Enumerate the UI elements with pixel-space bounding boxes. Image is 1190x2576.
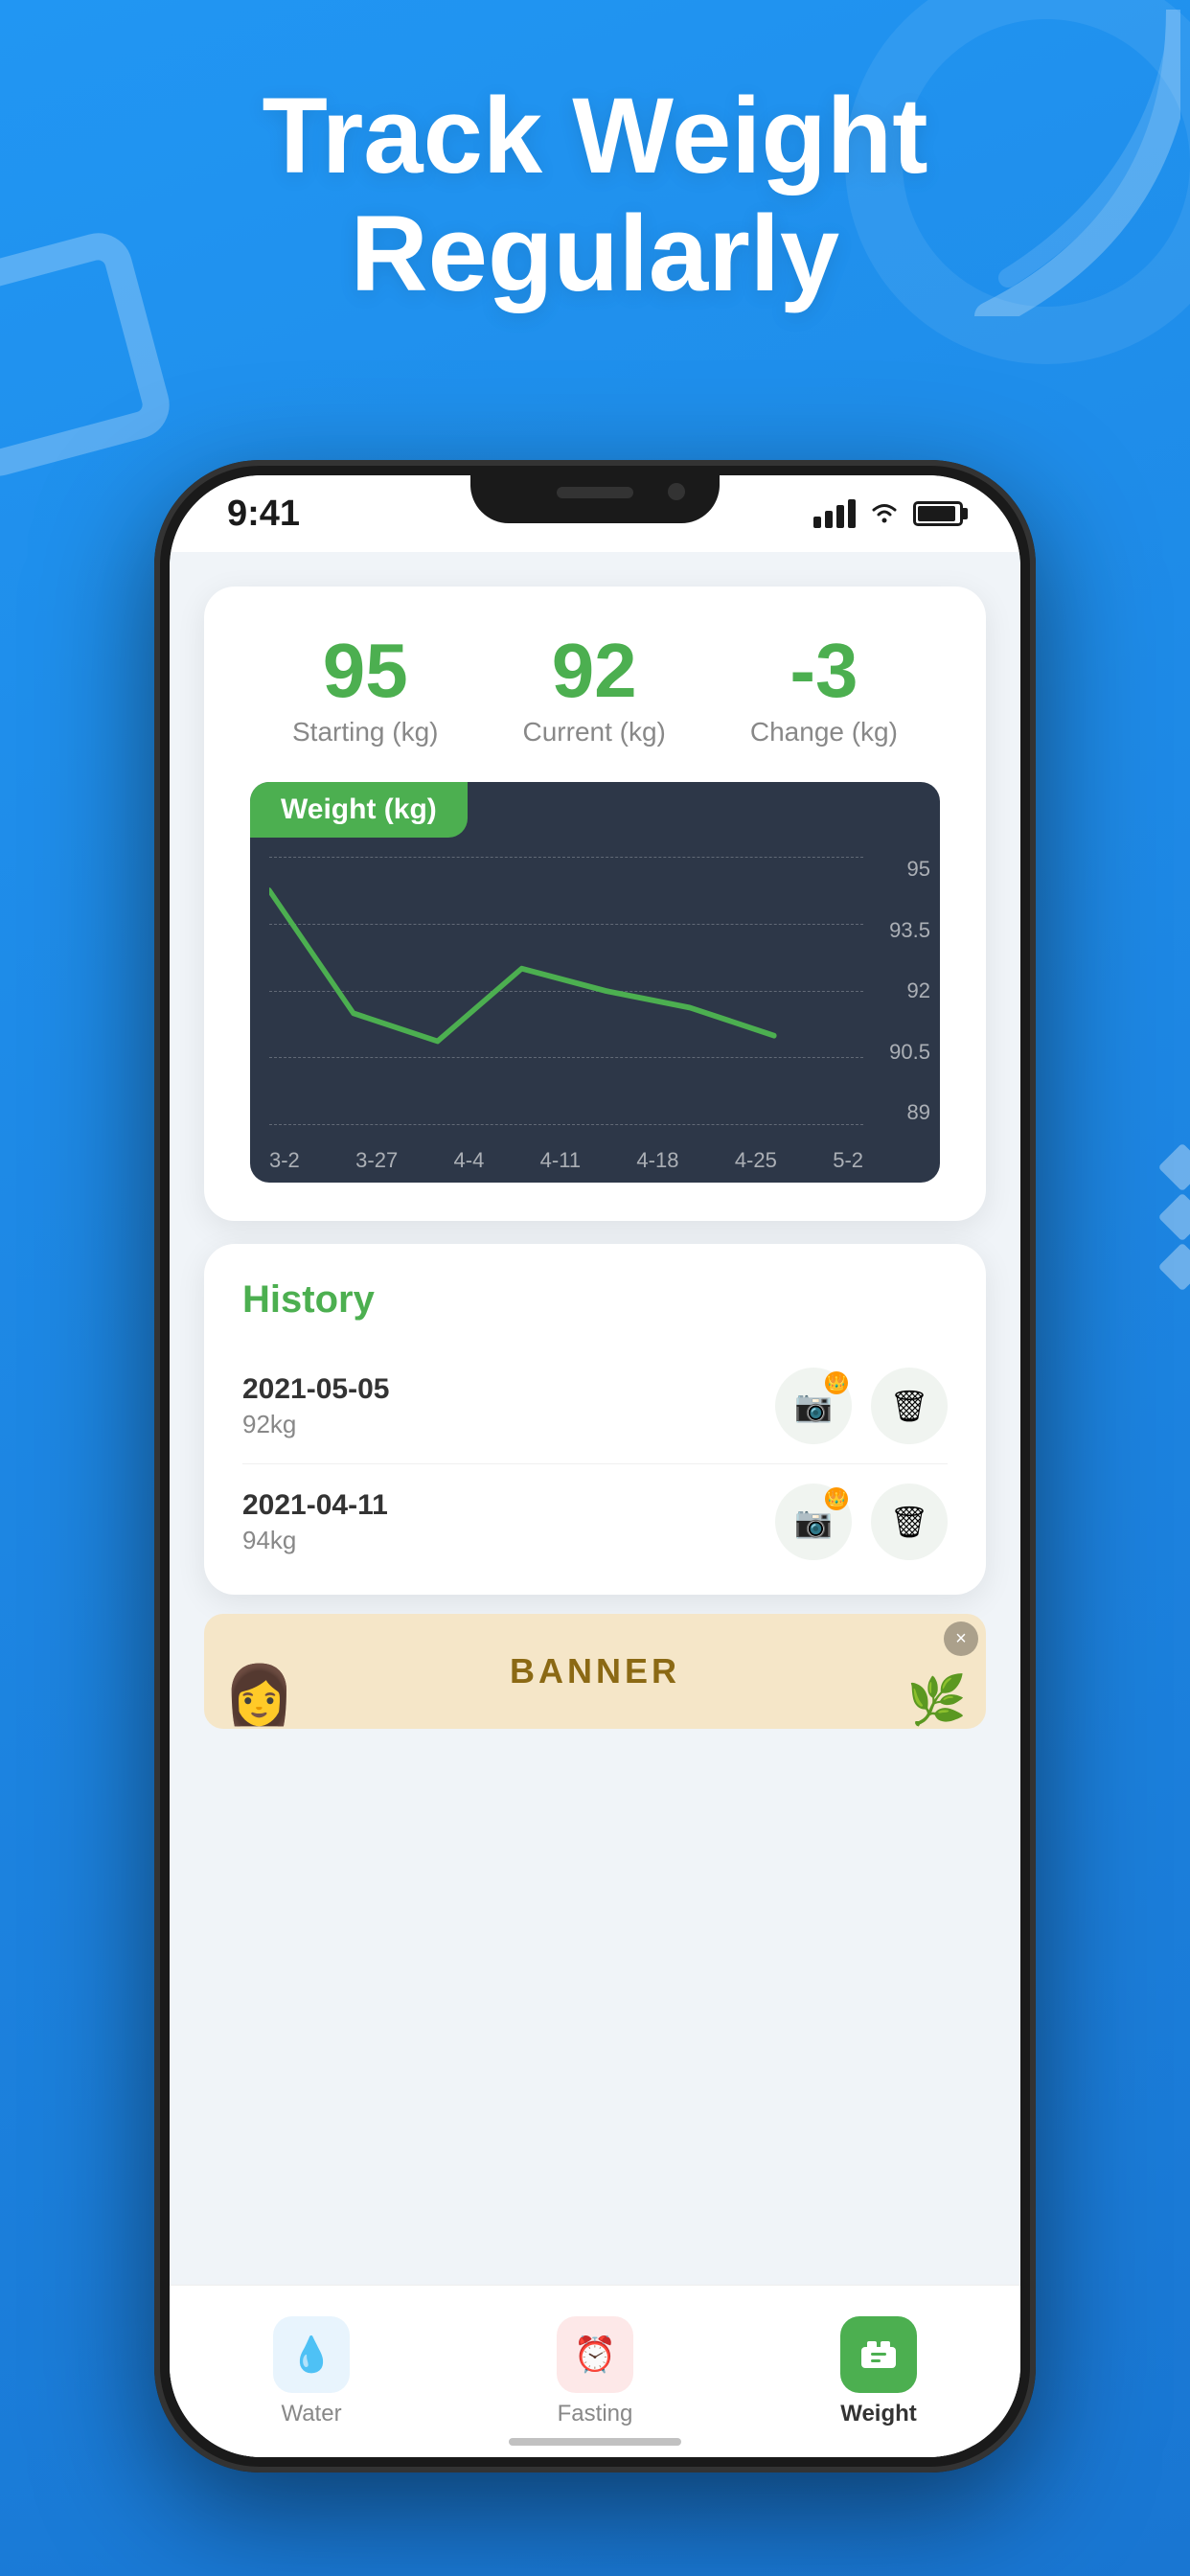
status-icons (813, 496, 963, 532)
fasting-nav-label: Fasting (558, 2401, 633, 2427)
history-section: History 2021-05-05 92kg 📷 👑 (204, 1244, 986, 1595)
water-nav-icon: 💧 (273, 2316, 350, 2393)
history-actions-1: 📷 👑 🗑 (775, 1484, 948, 1560)
y-label-0: 95 (889, 857, 930, 882)
change-label: Change (kg) (750, 717, 898, 748)
nav-item-fasting[interactable]: ⏰ Fasting (557, 2316, 633, 2427)
hero-title: Track Weight Regularly (77, 77, 1113, 312)
weight-nav-icon (840, 2316, 917, 2393)
background: Track Weight Regularly 9:41 (0, 0, 1190, 2576)
stat-current: 92 Current (kg) (523, 632, 666, 748)
history-weight-0: 92kg (242, 1410, 389, 1439)
banner-close-button[interactable]: × (944, 1622, 978, 1656)
x-axis-labels: 3-2 3-27 4-4 4-11 4-18 4-25 5-2 (269, 1148, 863, 1173)
badge-1: 👑 (825, 1487, 848, 1510)
phone-notch (470, 475, 720, 523)
history-item-info-1: 2021-04-11 94kg (242, 1489, 388, 1555)
signal-icon (813, 499, 856, 528)
diamond-3 (1158, 1243, 1190, 1292)
fasting-nav-icon: ⏰ (557, 2316, 633, 2393)
app-content: 95 Starting (kg) 92 Current (kg) -3 Chan… (170, 552, 1020, 2457)
history-date-1: 2021-04-11 (242, 1489, 388, 1522)
starting-value: 95 (292, 632, 439, 709)
close-icon: × (955, 1628, 967, 1650)
trash-icon-0: 🗑 (890, 1388, 929, 1424)
banner-text: BANNER (510, 1651, 680, 1691)
phone-mockup: 9:41 (154, 460, 1036, 2472)
banner-leaves: 🌿 (907, 1672, 967, 1729)
x-label-0: 3-2 (269, 1148, 300, 1173)
deco-diamonds (1165, 1150, 1190, 1284)
banner: 👩 BANNER 🌿 × (204, 1614, 986, 1729)
history-actions-0: 📷 👑 🗑 (775, 1368, 948, 1444)
status-time: 9:41 (227, 494, 300, 535)
photo-btn-0[interactable]: 📷 👑 (775, 1368, 852, 1444)
stat-starting: 95 Starting (kg) (292, 632, 439, 748)
battery-icon (913, 501, 963, 526)
water-nav-label: Water (281, 2401, 341, 2427)
diamond-1 (1158, 1143, 1190, 1192)
change-value: -3 (750, 632, 898, 709)
y-axis-labels: 95 93.5 92 90.5 89 (889, 857, 930, 1125)
history-title: History (242, 1278, 948, 1322)
wifi-icon (869, 496, 900, 532)
y-label-3: 90.5 (889, 1040, 930, 1065)
stats-card: 95 Starting (kg) 92 Current (kg) -3 Chan… (204, 586, 986, 1221)
photo-btn-1[interactable]: 📷 👑 (775, 1484, 852, 1560)
delete-btn-1[interactable]: 🗑 (871, 1484, 948, 1560)
chart-header: Weight (kg) (250, 782, 468, 838)
nav-item-water[interactable]: 💧 Water (273, 2316, 350, 2427)
camera-icon-1: 📷 (794, 1504, 833, 1540)
hero-section: Track Weight Regularly (0, 77, 1190, 312)
notch-speaker (557, 487, 633, 498)
phone-screen: 9:41 (170, 475, 1020, 2457)
stat-change: -3 Change (kg) (750, 632, 898, 748)
notch-camera (668, 483, 685, 500)
weight-chart: Weight (kg) (250, 782, 940, 1183)
badge-0: 👑 (825, 1371, 848, 1394)
y-label-1: 93.5 (889, 918, 930, 943)
nav-item-weight[interactable]: Weight (840, 2316, 917, 2427)
weight-nav-label: Weight (840, 2401, 917, 2427)
trash-icon-1: 🗑 (890, 1504, 929, 1540)
history-item-info-0: 2021-05-05 92kg (242, 1373, 389, 1439)
history-item-0: 2021-05-05 92kg 📷 👑 🗑 (242, 1348, 948, 1464)
home-indicator (509, 2438, 681, 2446)
x-label-4: 4-18 (636, 1148, 678, 1173)
history-item-1: 2021-04-11 94kg 📷 👑 🗑 (242, 1464, 948, 1560)
bottom-nav: 💧 Water ⏰ Fasting (170, 2285, 1020, 2457)
stats-row: 95 Starting (kg) 92 Current (kg) -3 Chan… (250, 632, 940, 748)
y-label-4: 89 (889, 1100, 930, 1125)
delete-btn-0[interactable]: 🗑 (871, 1368, 948, 1444)
x-label-5: 4-25 (735, 1148, 777, 1173)
history-date-0: 2021-05-05 (242, 1373, 389, 1406)
camera-icon-0: 📷 (794, 1388, 833, 1424)
x-label-6: 5-2 (833, 1148, 863, 1173)
x-label-1: 3-27 (355, 1148, 398, 1173)
x-label-2: 4-4 (454, 1148, 485, 1173)
y-label-2: 92 (889, 978, 930, 1003)
history-weight-1: 94kg (242, 1526, 388, 1555)
current-value: 92 (523, 632, 666, 709)
chart-title: Weight (kg) (281, 794, 437, 825)
chart-line-svg (269, 857, 863, 1125)
x-label-3: 4-11 (540, 1148, 581, 1173)
banner-figure: 👩 (223, 1661, 295, 1729)
chart-body: 95 93.5 92 90.5 89 (250, 838, 940, 1183)
diamond-2 (1158, 1193, 1190, 1242)
starting-label: Starting (kg) (292, 717, 439, 748)
current-label: Current (kg) (523, 717, 666, 748)
